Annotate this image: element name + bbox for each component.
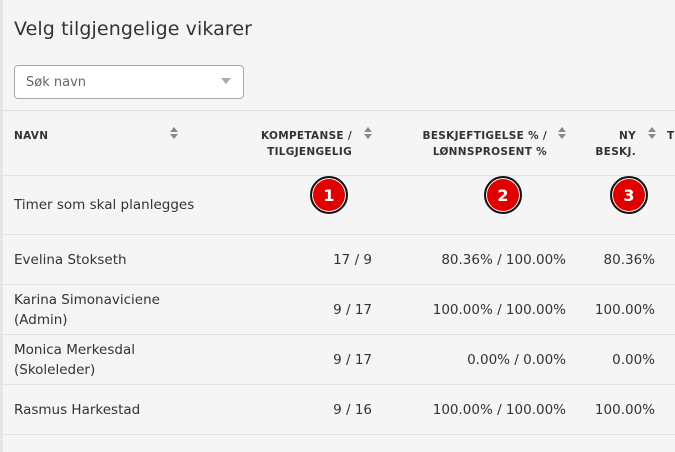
sort-icon[interactable] bbox=[558, 127, 566, 141]
column-header-name-label: NAVN bbox=[14, 130, 49, 142]
cell-new: 100.00% bbox=[594, 302, 655, 318]
table-header-row: NAVN KOMPETANSE / TILGJENGELIG BESKJEFTI… bbox=[0, 111, 675, 176]
column-header-name[interactable]: NAVN bbox=[14, 128, 94, 144]
cell-name: Monica Merkesdal (Skoleleder) bbox=[14, 340, 135, 380]
hours-to-plan-label: Timer som skal planlegges bbox=[14, 197, 195, 213]
cell-name: Evelina Stokseth bbox=[14, 250, 127, 270]
annotation-badge-2: 2 bbox=[484, 176, 522, 214]
cell-employment: 80.36% / 100.00% bbox=[441, 252, 566, 268]
sort-icon[interactable] bbox=[364, 127, 372, 141]
search-placeholder: Søk navn bbox=[26, 74, 87, 90]
cell-employment: 100.00% / 100.00% bbox=[432, 302, 566, 318]
table-row[interactable]: Monica Merkesdal (Skoleleder) 9 / 17 0.0… bbox=[0, 335, 675, 385]
cell-competence: 17 / 9 bbox=[333, 252, 372, 268]
sort-icon[interactable] bbox=[648, 127, 656, 141]
cell-employment: 0.00% / 0.00% bbox=[467, 352, 566, 368]
table-row[interactable]: Evelina Stokseth 17 / 9 80.36% / 100.00%… bbox=[0, 235, 675, 285]
column-header-employment-line2: LØNNSPROSENT % bbox=[432, 146, 547, 158]
annotation-badge-1: 1 bbox=[310, 176, 348, 214]
column-header-new-line1: NY bbox=[619, 130, 636, 142]
caret-down-icon[interactable] bbox=[221, 78, 231, 84]
cell-competence: 9 / 17 bbox=[333, 302, 372, 318]
column-header-competence-line2: TILGJENGELIG bbox=[267, 146, 352, 158]
page-title: Velg tilgjengelige vikarer bbox=[14, 18, 253, 40]
sort-icon[interactable] bbox=[170, 127, 178, 141]
cell-competence: 9 / 17 bbox=[333, 352, 372, 368]
hours-to-plan-row: Timer som skal planlegges 1 2 3 bbox=[0, 176, 675, 235]
cell-name-line1: Evelina Stokseth bbox=[14, 252, 127, 268]
column-header-new-line2: BESKJ. bbox=[595, 146, 636, 158]
cell-new: 80.36% bbox=[603, 252, 655, 268]
column-header-next-partial[interactable]: T bbox=[667, 128, 675, 144]
table-row[interactable]: Karina Simonaviciene (Admin) 9 / 17 100.… bbox=[0, 285, 675, 335]
annotation-badge-3: 3 bbox=[610, 176, 648, 214]
cell-new: 0.00% bbox=[612, 352, 655, 368]
table-row[interactable]: Rasmus Harkestad 9 / 16 100.00% / 100.00… bbox=[0, 385, 675, 435]
cell-new: 100.00% bbox=[594, 402, 655, 418]
cell-employment: 100.00% / 100.00% bbox=[432, 402, 566, 418]
substitutes-table: NAVN KOMPETANSE / TILGJENGELIG BESKJEFTI… bbox=[0, 110, 675, 452]
column-header-employment[interactable]: BESKJEFTIGELSE % / LØNNSPROSENT % bbox=[400, 128, 547, 160]
search-name-select[interactable]: Søk navn bbox=[14, 65, 244, 99]
cell-competence: 9 / 16 bbox=[333, 402, 372, 418]
cell-name-line2: (Skoleleder) bbox=[14, 362, 96, 378]
cell-name: Rasmus Harkestad bbox=[14, 400, 140, 420]
column-header-competence-line1: KOMPETANSE / bbox=[261, 130, 352, 142]
cell-name: Karina Simonaviciene (Admin) bbox=[14, 290, 160, 330]
cell-name-line2: (Admin) bbox=[14, 312, 68, 328]
column-header-employment-line1: BESKJEFTIGELSE % / bbox=[422, 130, 547, 142]
column-header-competence[interactable]: KOMPETANSE / TILGJENGELIG bbox=[240, 128, 352, 160]
cell-name-line1: Monica Merkesdal bbox=[14, 342, 135, 358]
cell-name-line1: Karina Simonaviciene bbox=[14, 292, 160, 308]
cell-name-line1: Rasmus Harkestad bbox=[14, 402, 141, 418]
column-header-new[interactable]: NY BESKJ. bbox=[590, 128, 636, 160]
